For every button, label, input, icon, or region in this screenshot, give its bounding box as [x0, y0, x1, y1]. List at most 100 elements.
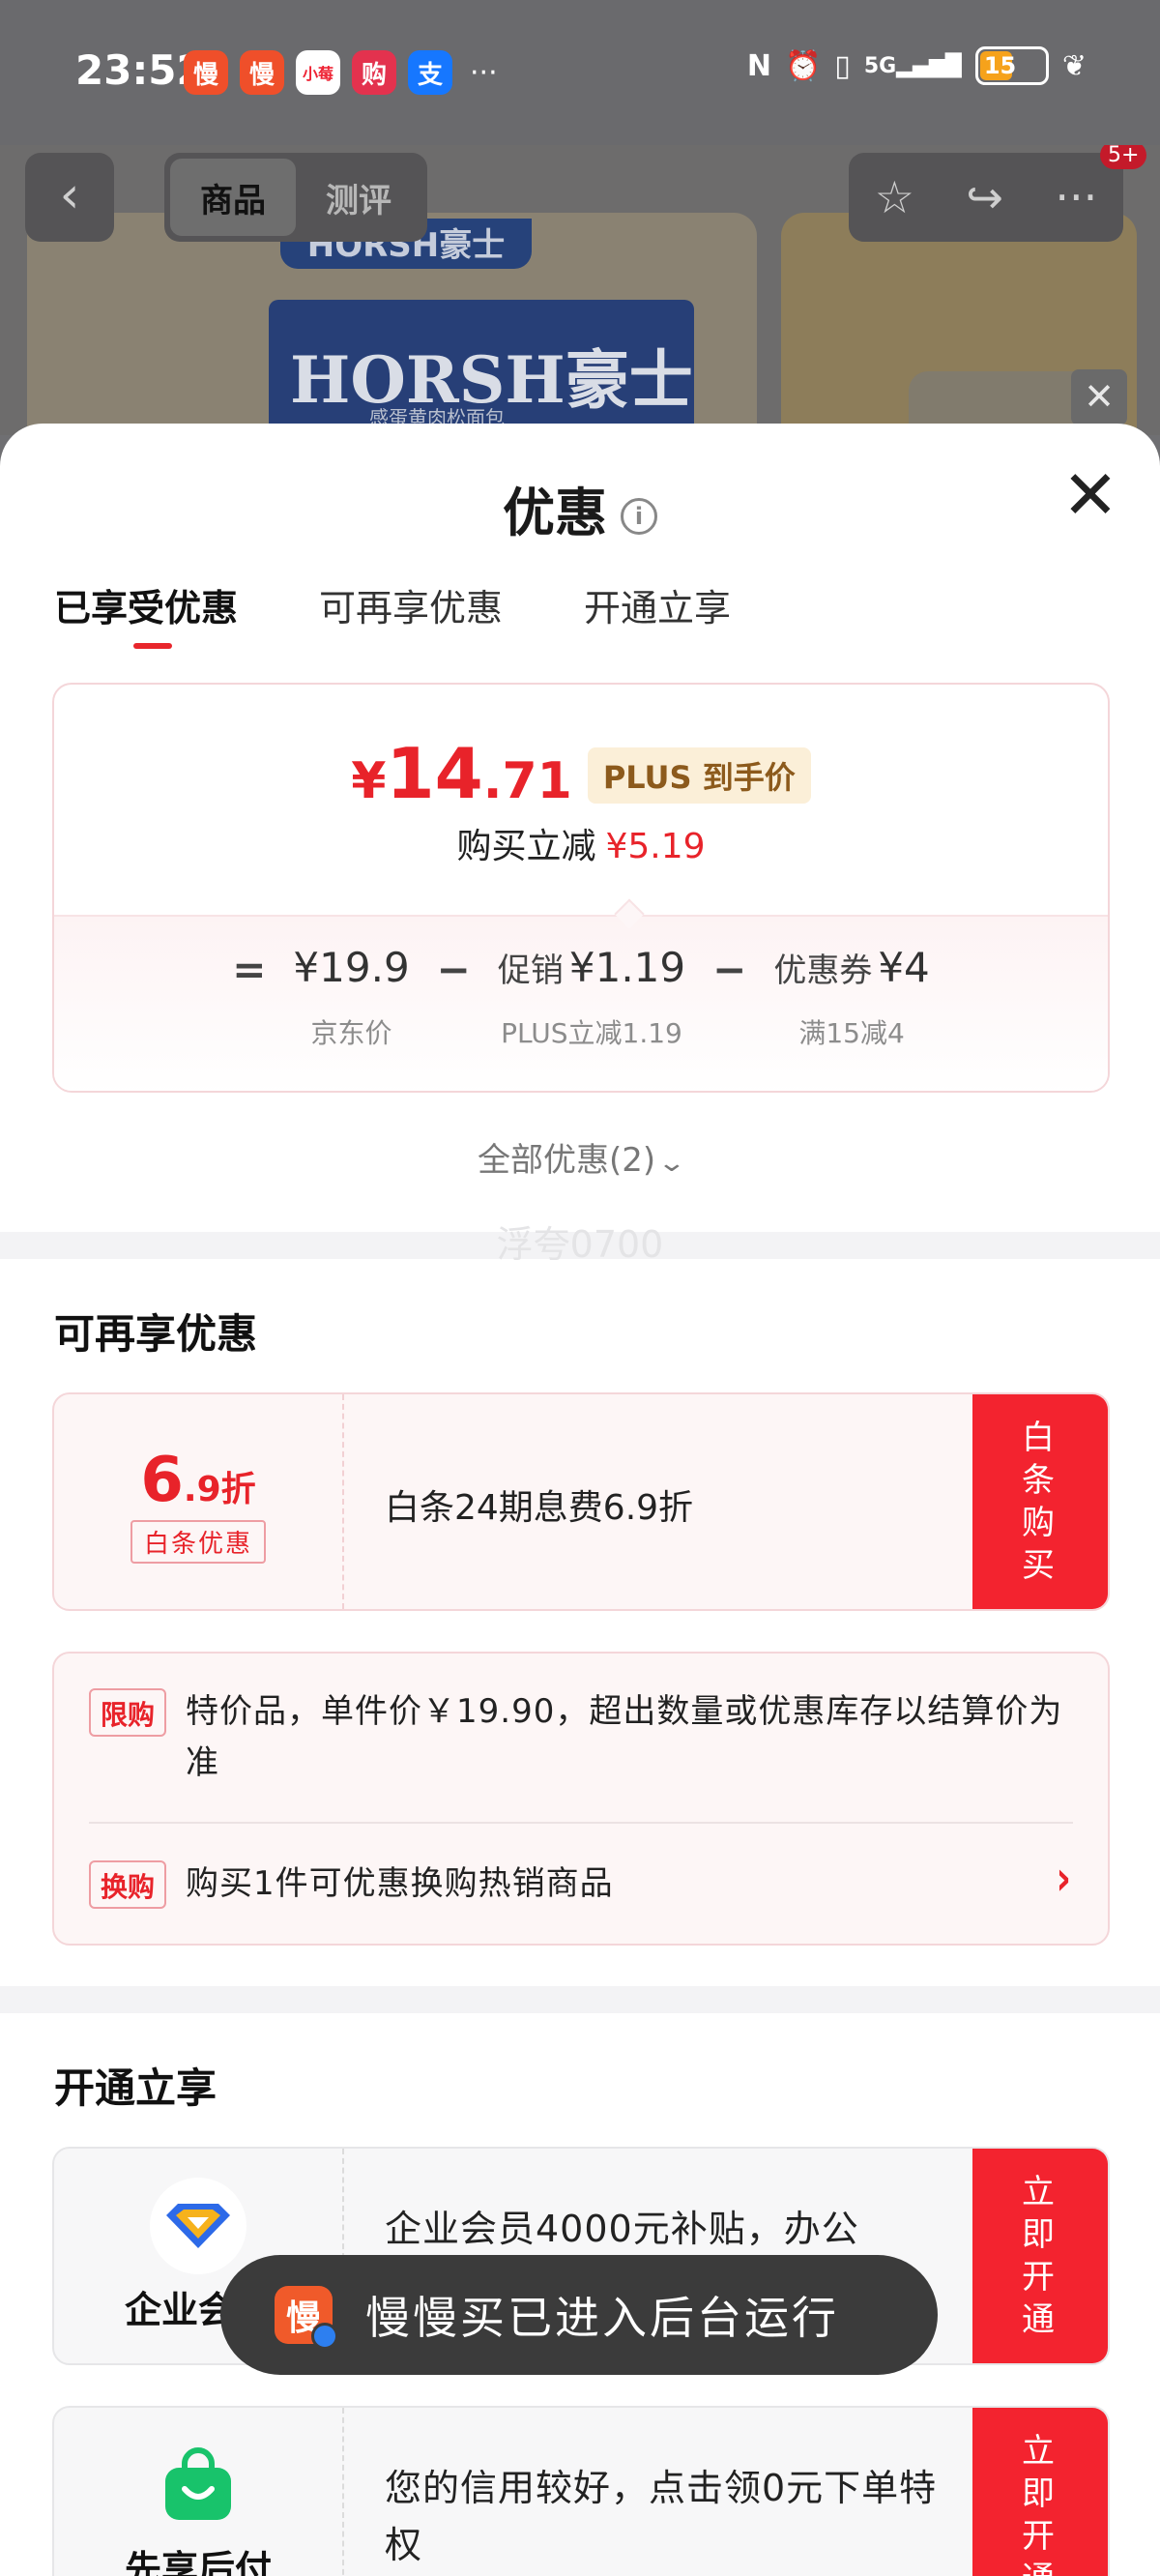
baitiao-tag: 白条优惠: [130, 1520, 266, 1564]
term-value: ¥19.9: [293, 944, 410, 991]
manmanmai-icon: 慢: [184, 50, 228, 95]
button-label: 立即开通: [1022, 2431, 1058, 2576]
purchase-notice-card: 限购 特价品，单件价￥19.90，超出数量或优惠库存以结算价为准 换购 购买1件…: [52, 1652, 1110, 1946]
rate-main: 6: [140, 1445, 184, 1516]
saving-value: ¥5.19: [605, 827, 706, 866]
button-label: 立即开通: [1022, 2172, 1058, 2340]
price-decimal: .71: [482, 752, 572, 810]
saving-label: 购买立减: [456, 827, 596, 866]
all-discounts-label: 全部优惠(2): [478, 1141, 656, 1180]
member-name: 先享后付: [124, 2548, 272, 2576]
product-page-background: HORSH豪士 HORSH豪士 感蛋黄肉松面包 ✕ ‹ 商品 测评 ☆ ↪ ··…: [0, 145, 1160, 435]
alipay-icon: 支: [408, 50, 452, 95]
info-icon[interactable]: i: [621, 498, 657, 536]
all-discounts-toggle[interactable]: 全部优惠(2)⌄: [0, 1133, 1160, 1181]
member-left: 先享后付: [54, 2408, 344, 2576]
status-indicators: N ⏰ ▯ 5G▂▄▆█ 15 ❦: [747, 46, 1087, 85]
term-value: ¥1.19: [568, 944, 686, 991]
term-caption: PLUS立减1.19: [501, 1017, 682, 1049]
watermark: 浮夸0700: [496, 1223, 664, 1266]
status-bar: 23:52 慢 慢 小莓 购 支 ··· N ⏰ ▯ 5G▂▄▆█ 15 ❦: [0, 0, 1160, 145]
sheet-title: 优惠: [503, 483, 607, 543]
notice-divider: [89, 1822, 1073, 1824]
pay-later-card: 先享后付 您的信用较好，点击领0元下单特权 立即开通: [52, 2406, 1110, 2576]
shopping-app-icon: 购: [352, 50, 396, 95]
equals-sign: =: [232, 946, 267, 993]
discount-tabs: 已享受优惠 可再享优惠 开通立享: [54, 578, 731, 649]
xiaomei-icon: 小莓: [296, 50, 340, 95]
term-top: 优惠券 ¥4: [773, 944, 929, 991]
more-icon[interactable]: ···: [1055, 171, 1097, 223]
manmanmai-icon: 慢: [275, 2286, 338, 2350]
tab-more-discounts[interactable]: 可再享优惠: [319, 578, 503, 649]
exchange-notice[interactable]: 换购 购买1件可优惠换购热销商品: [89, 1859, 1073, 1910]
term-jd-price: ¥19.9 京东价: [293, 944, 409, 1051]
baitiao-buy-button[interactable]: 白条购买: [972, 1394, 1108, 1609]
share-icon[interactable]: ↪: [966, 171, 1003, 223]
chevron-right-icon[interactable]: ›: [1056, 1850, 1071, 1905]
product-tab-switch: 商品 测评: [164, 153, 427, 242]
minus-sign: −: [712, 946, 747, 993]
section-title-open: 开通立享: [54, 2064, 218, 2112]
close-icon[interactable]: ✕: [1071, 369, 1127, 425]
price-breakdown: = ¥19.9 京东价 − 促销 ¥1.19 PLUS立减1.19 − 优惠券 ¥4…: [54, 915, 1108, 1091]
battery-level: 15: [979, 51, 1016, 80]
sheet-title-wrap: 优惠 i: [0, 470, 1160, 546]
tab-enjoyed[interactable]: 已享受优惠: [54, 578, 238, 649]
term-value: ¥4: [878, 944, 930, 991]
message-badge: 5+: [1100, 145, 1147, 169]
price-integer: 14: [386, 733, 483, 814]
back-button[interactable]: ‹: [25, 153, 114, 242]
open-now-button[interactable]: 立即开通: [972, 2149, 1108, 2363]
baitiao-rate-block: 6.9折 白条优惠: [54, 1394, 344, 1609]
tab-goods[interactable]: 商品: [170, 159, 296, 236]
open-now-button[interactable]: 立即开通: [972, 2408, 1108, 2576]
manmanmai-icon: 慢: [240, 50, 284, 95]
term-label: 优惠券: [773, 951, 873, 990]
close-icon: ✕: [1061, 455, 1119, 535]
saving-line: 购买立减 ¥5.19: [54, 818, 1108, 868]
currency-symbol: ¥: [351, 752, 387, 810]
term-caption: 京东价: [310, 1017, 392, 1049]
baitiao-rate: 6.9折: [54, 1445, 342, 1516]
close-button[interactable]: ✕: [1061, 461, 1119, 529]
leaf-icon: ❦: [1061, 48, 1087, 83]
tab-review[interactable]: 测评: [296, 159, 421, 236]
shopping-bag-icon: [150, 2437, 246, 2533]
battery-icon: 15: [974, 46, 1049, 85]
plus-price-tag: PLUS 到手价: [587, 747, 811, 804]
term-promotion: 促销 ¥1.19 PLUS立减1.19: [498, 944, 685, 1051]
star-icon[interactable]: ☆: [875, 171, 914, 223]
member-description: 企业会员4000元补贴，办公: [385, 2208, 859, 2250]
background-running-toast: 慢 慢慢买已进入后台运行: [220, 2255, 938, 2375]
nfc-icon: N: [746, 48, 771, 83]
term-top: 促销 ¥1.19: [498, 944, 685, 991]
price-card: ¥14.71 PLUS 到手价 购买立减 ¥5.19 = ¥19.9 京东价 − …: [52, 683, 1110, 1093]
toast-text: 慢慢买已进入后台运行: [365, 2292, 839, 2344]
term-caption: 满15减4: [798, 1017, 905, 1049]
alarm-icon: ⏰: [784, 48, 822, 83]
top-actions: ☆ ↪ ···: [849, 153, 1123, 242]
baitiao-card: 6.9折 白条优惠 白条24期息费6.9折 白条购买: [52, 1392, 1110, 1611]
limit-text: 特价品，单件价￥19.90，超出数量或优惠库存以结算价为准: [186, 1692, 1063, 1782]
enterprise-member-logo-icon: [150, 2178, 246, 2274]
term-label: 促销: [497, 951, 564, 990]
section-title-more: 可再享优惠: [54, 1310, 258, 1358]
more-notifications-icon: ···: [470, 55, 498, 90]
final-price-line: ¥14.71 PLUS 到手价: [351, 733, 811, 814]
tab-open-enjoy[interactable]: 开通立享: [584, 578, 731, 649]
exchange-text: 购买1件可优惠换购热销商品: [186, 1864, 614, 1903]
signal-icon: 5G▂▄▆█: [863, 53, 962, 78]
status-app-icons: 慢 慢 小莓 购 支 ···: [184, 50, 498, 95]
limit-tag: 限购: [89, 1688, 167, 1737]
final-price-block: ¥14.71 PLUS 到手价 购买立减 ¥5.19: [54, 733, 1108, 868]
final-price: ¥14.71: [351, 733, 572, 814]
vibrate-icon: ▯: [834, 48, 851, 83]
discount-sheet: 优惠 i ✕ 已享受优惠 可再享优惠 开通立享 ¥14.71 PLUS 到手价 购…: [0, 424, 1160, 2576]
rate-suffix: .9折: [183, 1470, 256, 1509]
exchange-tag: 换购: [89, 1860, 167, 1909]
chevron-down-icon: ⌄: [656, 1149, 687, 1178]
term-coupon: 优惠券 ¥4 满15减4: [773, 944, 929, 1051]
chevron-left-icon: ‹: [59, 166, 80, 224]
price-formula: = ¥19.9 京东价 − 促销 ¥1.19 PLUS立减1.19 − 优惠券 ¥4…: [54, 944, 1108, 1051]
